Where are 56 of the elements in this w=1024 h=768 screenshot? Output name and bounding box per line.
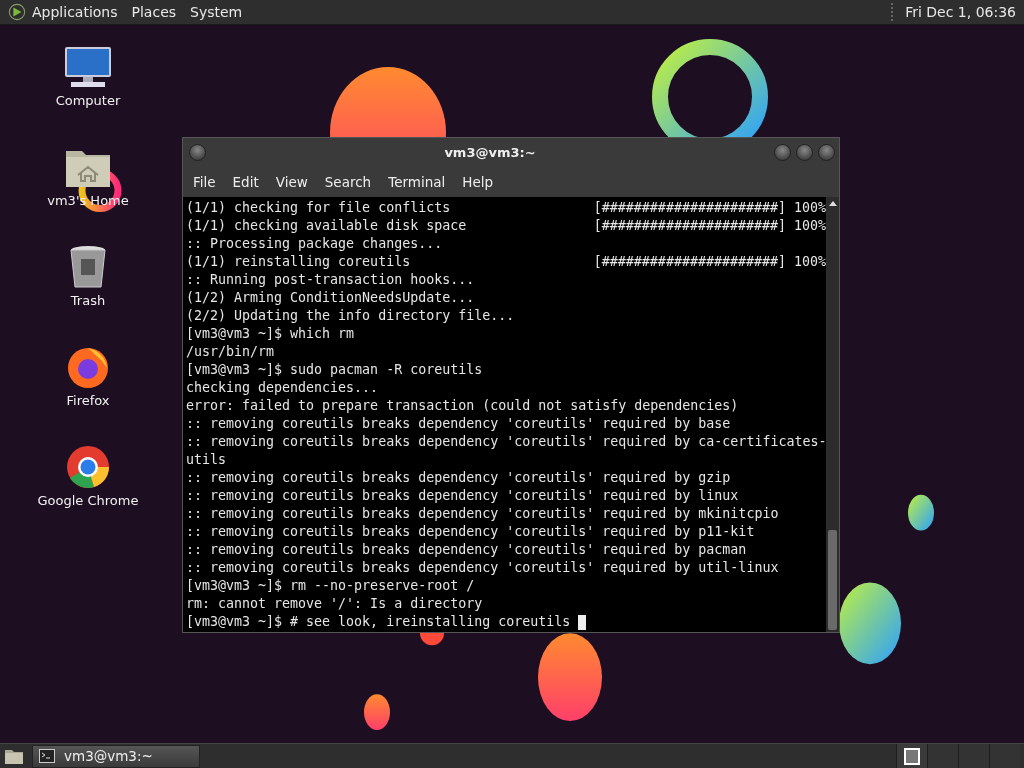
terminal-line: [vm3@vm3 ~]$ rm --no-preserve-root / [186,577,475,595]
terminal-line: (1/1) checking available disk space [186,217,467,235]
clock[interactable]: Fri Dec 1, 06:36 [905,4,1016,20]
terminal-line: :: removing coreutils breaks dependency 'coreutils' required by gzip [186,469,731,487]
desktop-icon-label[interactable]: Trash [70,293,106,308]
close-button[interactable] [818,144,835,161]
terminal-line: utils [186,451,227,469]
terminal-line: :: removing coreutils breaks dependency 'coreutils' required by p11-kit [186,523,755,541]
terminal-line: (2/2) Updating the info directory file... [186,307,515,325]
scroll-up-icon[interactable] [827,199,838,207]
maximize-button[interactable] [796,144,813,161]
terminal-line: (1/1) checking for file conflicts [186,199,451,217]
workspace-button[interactable] [896,744,927,768]
terminal-line: [vm3@vm3 ~]$ # see look, ireinstalling coreutils [186,613,571,631]
terminal-line: checking dependencies... [186,379,379,397]
menu-item[interactable]: Search [324,174,372,190]
terminal-line: :: removing coreutils breaks dependency 'coreutils' required by base [186,415,731,433]
terminal-line: :: Running post-transaction hooks... [186,271,475,289]
desktop-icon-label[interactable]: Google Chrome [37,493,139,508]
window-title: vm3@vm3:~ [443,145,537,160]
progress-text: [######################] 100% [593,199,826,217]
panel-menu[interactable]: Places [131,4,177,20]
terminal-line: :: removing coreutils breaks dependency 'coreutils' required by ca-certificates- [186,433,827,451]
taskbar-label: vm3@vm3:~ [64,748,153,764]
terminal-line: (1/2) Arming ConditionNeedsUpdate... [186,289,475,307]
terminal-line: :: removing coreutils breaks dependency 'coreutils' required by util-linux [186,559,779,577]
scrollbar[interactable] [826,197,839,632]
panel-menu[interactable]: Applications [32,4,118,20]
terminal-line: rm: cannot remove '/': Is a directory [186,595,483,613]
terminal-line: [vm3@vm3 ~]$ which rm [186,325,355,343]
desktop-icon-label[interactable]: Computer [55,93,121,108]
menu-item[interactable]: Edit [232,174,259,190]
progress-text: [######################] 100% [593,253,826,271]
folder-icon[interactable] [4,747,24,765]
menu-item[interactable]: File [193,174,216,190]
terminal-line: error: failed to prepare transaction (could not satisfy dependencies) [186,397,739,415]
terminal-line: :: removing coreutils breaks dependency 'coreutils' required by linux [186,487,739,505]
menu-item[interactable]: View [275,174,308,190]
terminal-icon [39,749,55,763]
window-menu-button[interactable] [189,144,206,161]
terminal-line: /usr/bin/rm [186,343,275,361]
terminal-line: :: Processing package changes... [186,235,443,253]
scrollbar-thumb[interactable] [828,530,837,630]
minimize-button[interactable] [774,144,791,161]
menu-item[interactable]: Terminal [388,174,446,190]
terminal-line: :: removing coreutils breaks dependency 'coreutils' required by pacman [186,541,747,559]
terminal-line: [vm3@vm3 ~]$ sudo pacman -R coreutils [186,361,483,379]
play-logo-icon[interactable] [8,3,26,21]
terminal-line: :: removing coreutils breaks dependency 'coreutils' required by mkinitcpio [186,505,779,523]
taskbar-button[interactable]: vm3@vm3:~ [32,744,200,768]
desktop-icon-label[interactable]: Firefox [66,393,110,408]
terminal-line: (1/1) reinstalling coreutils [186,253,411,271]
panel-menu[interactable]: System [190,4,243,20]
progress-text: [######################] 100% [593,217,826,235]
computer-icon[interactable] [63,45,113,89]
menu-item[interactable]: Help [462,174,494,190]
